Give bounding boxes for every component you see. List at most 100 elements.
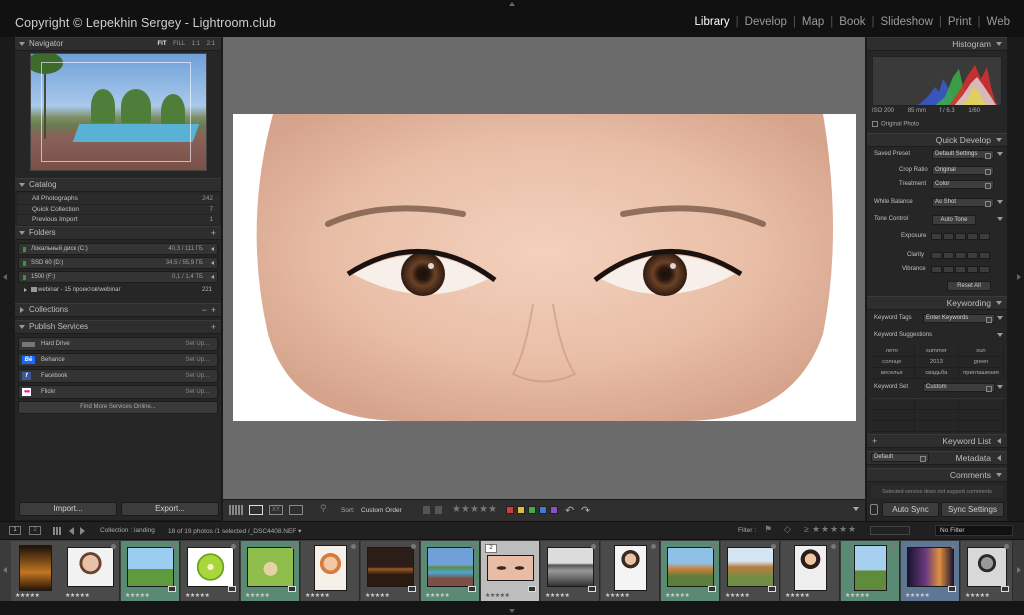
filmstrip-scroll-left-icon[interactable]: [3, 567, 7, 573]
import-button[interactable]: Import...: [19, 502, 117, 516]
keyword-suggestion[interactable]: лето: [870, 346, 915, 357]
add-keyword-icon[interactable]: +: [872, 435, 877, 447]
reset-all-button[interactable]: Reset All: [947, 281, 991, 291]
filmstrip-thumbnail[interactable]: ★★★★★: [541, 541, 600, 601]
keyword-list-header[interactable]: + Keyword List: [867, 434, 1007, 448]
color-label-red[interactable]: [506, 506, 514, 514]
module-develop[interactable]: Develop: [739, 16, 793, 28]
filmstrip-thumbnail[interactable]: ★★★★★: [961, 541, 1013, 601]
compare-view-icon[interactable]: XY: [269, 505, 283, 515]
main-photo[interactable]: [233, 114, 856, 421]
color-label-purple[interactable]: [550, 506, 558, 514]
keyword-suggestion[interactable]: summer: [914, 346, 960, 357]
auto-sync-button[interactable]: Auto Sync: [882, 502, 939, 517]
find-more-services-button[interactable]: Find More Services Online...: [18, 401, 218, 414]
reject-filter-icon[interactable]: ◇: [784, 524, 791, 535]
disclosure-down-icon[interactable]: [997, 316, 1003, 320]
publish-flickr[interactable]: ●● Flickr Set Up...: [18, 385, 218, 399]
rating-star-4[interactable]: ★: [479, 504, 488, 515]
filmstrip-thumbnail[interactable]: ★★★★★: [721, 541, 780, 601]
rating-star-5[interactable]: ★: [488, 504, 497, 515]
grid-icon[interactable]: [53, 527, 62, 535]
catalog-item-quick-collection[interactable]: Quick Collection 7: [17, 204, 219, 215]
export-button[interactable]: Export...: [121, 502, 219, 516]
back-arrow-icon[interactable]: [69, 527, 74, 535]
add-publish-service-icon[interactable]: +: [211, 321, 216, 333]
color-label-blue[interactable]: [539, 506, 547, 514]
rating-filter-icon[interactable]: ≥: [804, 524, 809, 534]
filmstrip-thumbnail[interactable]: ★★★★★: [301, 541, 360, 601]
histogram-graph[interactable]: [872, 56, 1002, 106]
publish-facebook[interactable]: f Facebook Set Up...: [18, 369, 218, 383]
catalog-item-previous-import[interactable]: Previous Import 1: [17, 215, 219, 226]
navigator-preview[interactable]: [30, 53, 207, 171]
rotate-right-icon[interactable]: ↷: [581, 504, 590, 517]
filter-select[interactable]: No Filter: [935, 525, 1013, 536]
module-print[interactable]: Print: [942, 16, 978, 28]
keyword-suggestion[interactable]: веселье: [870, 368, 915, 379]
collapse-top-panel-icon[interactable]: [509, 2, 515, 6]
painter-icon[interactable]: ⚲: [320, 503, 334, 513]
collapse-left-panel-icon[interactable]: [3, 274, 7, 280]
filmstrip-thumbnail[interactable]: ★★★★★: [841, 541, 900, 601]
volume-d[interactable]: SSD 60 (D:) 34,5 / 55,9 ГБ: [18, 257, 218, 269]
quick-develop-header[interactable]: Quick Develop: [867, 133, 1007, 147]
module-slideshow[interactable]: Slideshow: [874, 16, 938, 28]
filter-star-4[interactable]: ★: [839, 524, 847, 535]
vibrance-stepper[interactable]: [931, 266, 991, 273]
histogram-header[interactable]: Histogram: [867, 37, 1007, 51]
add-folder-icon[interactable]: +: [211, 227, 216, 239]
auto-sync-switch[interactable]: [870, 504, 878, 515]
auto-tone-button[interactable]: Auto Tone: [932, 215, 976, 225]
filmstrip-thumbnail[interactable]: ★★★★★: [661, 541, 720, 601]
color-label-green[interactable]: [528, 506, 536, 514]
sync-settings-button[interactable]: Sync Settings: [941, 502, 1004, 517]
catalog-header[interactable]: Catalog: [15, 178, 221, 192]
zoom-fill[interactable]: FILL: [173, 41, 185, 47]
filmstrip-thumbnail[interactable]: ★★★★★: [601, 541, 660, 601]
disclosure-down-icon[interactable]: [997, 217, 1003, 221]
zoom-2-1[interactable]: 2:1: [207, 41, 215, 47]
exposure-stepper[interactable]: [931, 233, 991, 240]
clarity-stepper[interactable]: [931, 252, 991, 259]
filmstrip-thumbnail[interactable]: ★★★★★: [181, 541, 240, 601]
filmstrip-count[interactable]: 18 of 19 photos /1 selected /_DSC4408.NE…: [168, 527, 301, 535]
disclosure-down-icon[interactable]: [997, 385, 1003, 389]
module-map[interactable]: Map: [796, 16, 830, 28]
white-balance-select[interactable]: As Shot: [932, 198, 994, 207]
collapse-filmstrip-icon[interactable]: [509, 609, 515, 613]
keyword-suggestion[interactable]: sun: [959, 346, 1004, 357]
filmstrip-thumbnail[interactable]: ★★★★★: [361, 541, 420, 601]
remove-collection-icon[interactable]: −: [202, 304, 207, 316]
sort-select[interactable]: Custom Order: [361, 507, 402, 514]
collapse-right-panel-icon[interactable]: [1017, 274, 1021, 280]
forward-arrow-icon[interactable]: [80, 527, 85, 535]
volume-f[interactable]: 1500 (F:) 0,1 / 1,4 ТБ: [18, 271, 218, 283]
keyword-set-select[interactable]: Custom: [923, 383, 995, 392]
collections-header[interactable]: Collections − +: [15, 303, 221, 317]
filmstrip-thumbnail-selected[interactable]: 2 ★★★★★: [481, 541, 540, 601]
filmstrip-source[interactable]: Collection : landing: [100, 527, 155, 534]
metadata-preset-select[interactable]: Default: [871, 453, 929, 462]
keyword-suggestion[interactable]: 2013: [914, 357, 960, 368]
disclosure-down-icon[interactable]: [997, 152, 1003, 156]
color-label-yellow[interactable]: [517, 506, 525, 514]
filter-star-3[interactable]: ★: [830, 524, 838, 535]
volume-c[interactable]: Локальный диск (C:) 40,3 / 111 ГБ: [18, 243, 218, 255]
navigator-view-frame[interactable]: [41, 62, 191, 162]
disclosure-down-icon[interactable]: [997, 200, 1003, 204]
filmstrip-thumbnail[interactable]: ★★★★★: [121, 541, 180, 601]
publish-services-header[interactable]: Publish Services +: [15, 320, 221, 334]
flag-filter-icon[interactable]: ⚑: [764, 524, 772, 535]
navigator-header[interactable]: Navigator FIT FILL 1:1 2:1: [15, 37, 221, 51]
folders-header[interactable]: Folders +: [15, 226, 221, 240]
rating-star-1[interactable]: ★: [452, 504, 461, 515]
keyword-tags-select[interactable]: Enter Keywords: [923, 314, 995, 323]
zoom-1-1[interactable]: 1:1: [192, 41, 200, 47]
filmstrip-thumbnail[interactable]: ★★★★★: [61, 541, 120, 601]
grid-view-icon[interactable]: [229, 505, 243, 515]
publish-behance[interactable]: Bē Behance Set Up...: [18, 353, 218, 367]
secondary-window-button[interactable]: 2: [29, 526, 41, 535]
module-library[interactable]: Library: [689, 16, 736, 28]
flag-pick-icon[interactable]: [423, 506, 430, 514]
